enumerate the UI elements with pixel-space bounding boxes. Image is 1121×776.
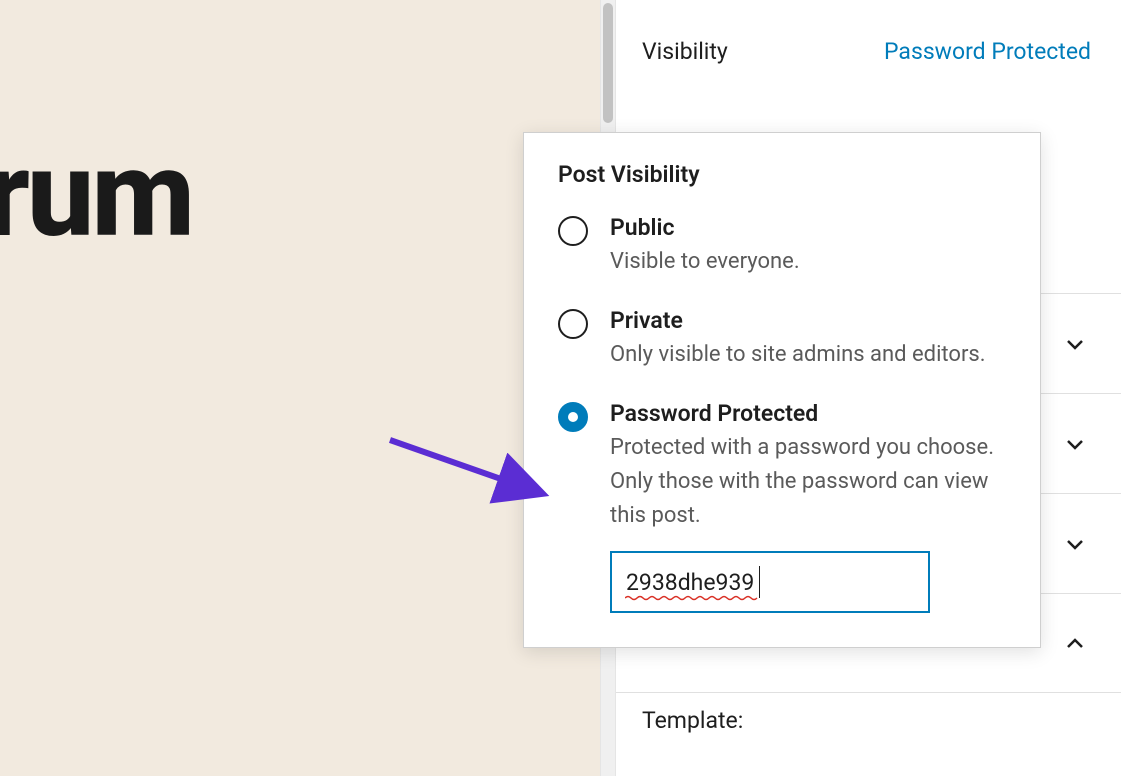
post-visibility-popover: Post Visibility Public Visible to everyo…: [523, 132, 1041, 648]
option-public-description: Visible to everyone.: [610, 245, 1006, 279]
option-private-label: Private: [610, 307, 1006, 334]
visibility-value-link[interactable]: Password Protected: [884, 38, 1091, 65]
template-label: Template:: [616, 693, 1121, 734]
visibility-option-private[interactable]: Private Only visible to site admins and …: [558, 307, 1006, 372]
text-caret: [759, 566, 760, 598]
visibility-label: Visibility: [642, 38, 728, 65]
radio-unchecked-icon[interactable]: [558, 216, 588, 246]
visibility-option-public[interactable]: Public Visible to everyone.: [558, 214, 1006, 279]
option-password-description: Protected with a password you choose. On…: [610, 431, 1006, 533]
visibility-setting-row[interactable]: Visibility Password Protected: [616, 0, 1121, 103]
editor-canvas[interactable]: nly Forum in the field below.: [0, 0, 600, 776]
password-input[interactable]: [610, 551, 930, 613]
chevron-up-icon: [1063, 631, 1087, 655]
option-private-description: Only visible to site admins and editors.: [610, 338, 1006, 372]
post-title[interactable]: nly Forum: [0, 125, 192, 265]
visibility-option-password[interactable]: Password Protected Protected with a pass…: [558, 400, 1006, 613]
option-password-label: Password Protected: [610, 400, 1006, 427]
popover-title: Post Visibility: [558, 161, 1006, 188]
radio-checked-icon[interactable]: [558, 402, 588, 432]
chevron-down-icon: [1063, 432, 1087, 456]
chevron-down-icon: [1063, 532, 1087, 556]
editor-scrollbar-thumb[interactable]: [603, 3, 613, 123]
chevron-down-icon: [1063, 332, 1087, 356]
option-public-label: Public: [610, 214, 1006, 241]
radio-unchecked-icon[interactable]: [558, 309, 588, 339]
